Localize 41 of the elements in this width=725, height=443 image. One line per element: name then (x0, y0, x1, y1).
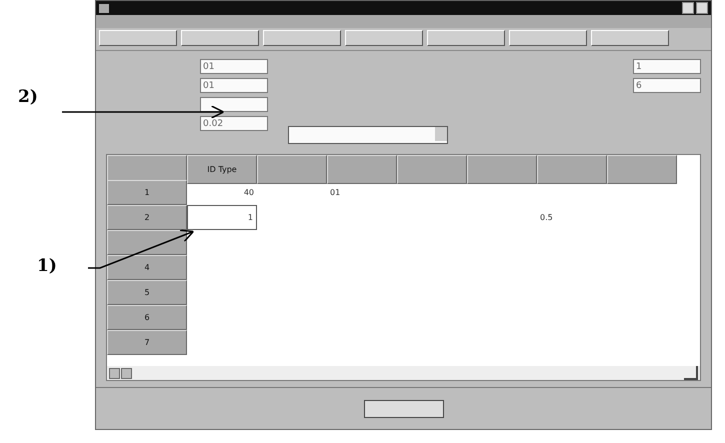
toolbar-button[interactable] (181, 30, 259, 46)
annotation-label: 2) (18, 87, 38, 107)
table-cell-text: 01 (329, 187, 342, 199)
dropdown-field[interactable] (288, 126, 448, 144)
column-header[interactable] (607, 155, 677, 184)
close-button[interactable] (696, 2, 708, 14)
text-field[interactable]: 1 (633, 59, 701, 74)
minimize-button[interactable] (682, 2, 694, 14)
row-header[interactable]: 4 (107, 255, 187, 280)
row-header[interactable]: 1 (107, 180, 187, 205)
toolbar-button[interactable] (509, 30, 587, 46)
column-header[interactable] (257, 155, 327, 184)
column-header[interactable] (327, 155, 397, 184)
column-header[interactable] (537, 155, 607, 184)
app-icon (99, 4, 109, 12)
scroll-left-button[interactable] (109, 368, 120, 378)
scroll-right-button[interactable] (121, 368, 132, 378)
table-cell-text: 40 (242, 187, 255, 199)
text-field[interactable]: 6 (633, 78, 701, 93)
row-header[interactable]: 2 (107, 205, 187, 230)
row-header[interactable]: 6 (107, 305, 187, 330)
text-field[interactable] (200, 97, 268, 112)
row-header[interactable]: 7 (107, 330, 187, 355)
table-cell-text: 0.5 (539, 212, 554, 224)
cell-editor[interactable]: 1 (187, 205, 257, 230)
column-header[interactable]: ID Type (187, 155, 257, 184)
resize-grip-icon (684, 366, 698, 380)
action-button[interactable] (364, 400, 444, 418)
text-field[interactable]: 0.02 (200, 116, 268, 131)
toolbar-button[interactable] (427, 30, 505, 46)
toolbar-button[interactable] (99, 30, 177, 46)
toolbar-button[interactable] (345, 30, 423, 46)
text-field[interactable]: 01 (200, 59, 268, 74)
column-header[interactable] (467, 155, 537, 184)
row-header[interactable]: 5 (107, 280, 187, 305)
column-header[interactable] (397, 155, 467, 184)
annotation-label: 1) (37, 256, 57, 276)
row-header[interactable] (107, 230, 187, 255)
toolbar-button[interactable] (591, 30, 669, 46)
toolbar-button[interactable] (263, 30, 341, 46)
text-field[interactable]: 01 (200, 78, 268, 93)
